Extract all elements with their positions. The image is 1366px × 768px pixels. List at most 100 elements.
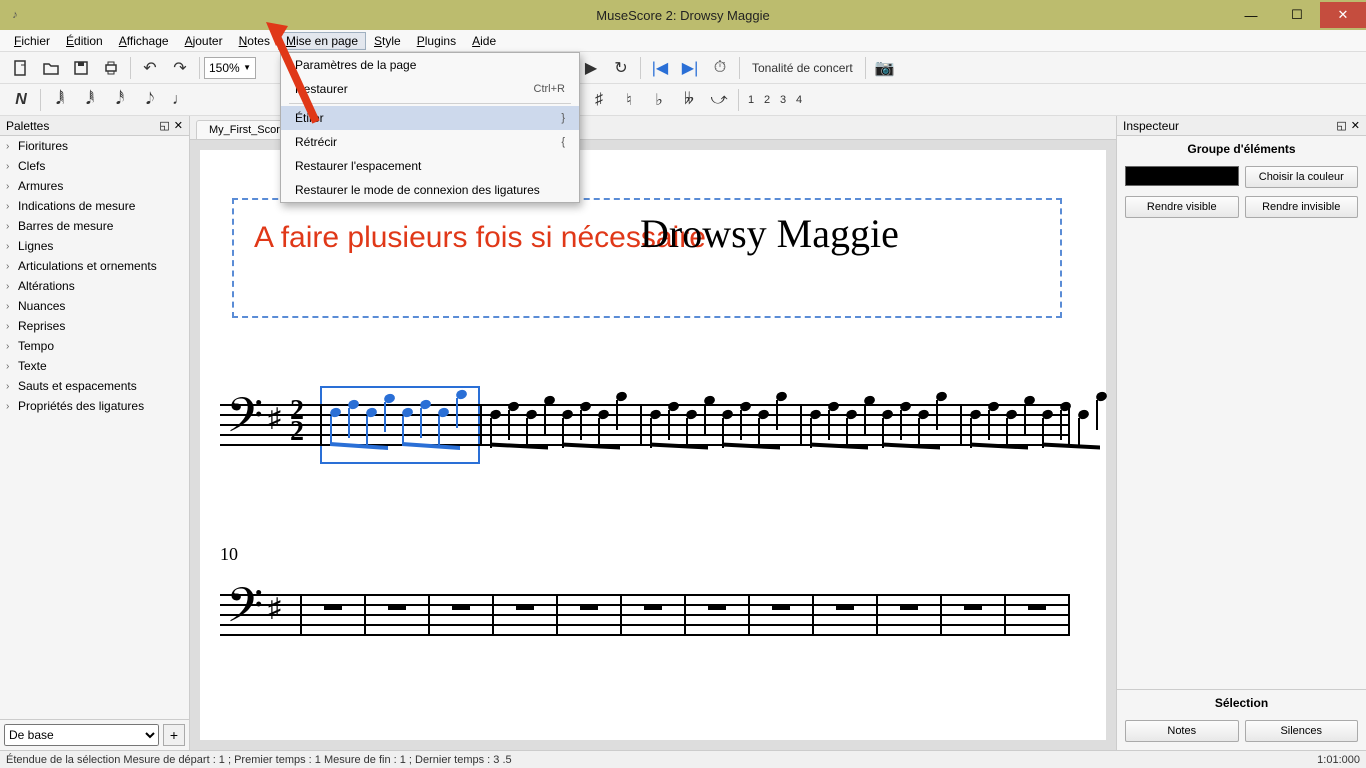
make-visible-button[interactable]: Rendre visible <box>1125 196 1239 218</box>
menuitem--tirer[interactable]: Étirer} <box>281 106 579 130</box>
toolbar-main: ↶ ↷ 150%▼ ▶ ↻ |◀ ▶| ⏱ Tonalité de concer… <box>0 52 1366 84</box>
palette-item-armures[interactable]: ›Armures <box>0 176 189 196</box>
palette-workspace-select[interactable]: De base <box>4 724 159 746</box>
menuitem-param-tres-de-la-page[interactable]: Paramètres de la page <box>281 53 579 77</box>
menuitem-r-tr-cir[interactable]: Rétrécir{ <box>281 130 579 154</box>
menubar: FichierÉditionAffichageAjouterNotesMise … <box>0 30 1366 52</box>
whole-rest <box>900 604 918 610</box>
status-left: Étendue de la sélection Mesure de départ… <box>6 754 512 766</box>
repeat-end-button[interactable]: ▶| <box>676 54 704 82</box>
palette-item-reprises[interactable]: ›Reprises <box>0 316 189 336</box>
whole-rest <box>324 604 342 610</box>
redo-button[interactable]: ↷ <box>166 54 194 82</box>
inspector-panel: Inspecteur ◱ ✕ Groupe d'éléments Choisir… <box>1116 116 1366 750</box>
repeat-start-button[interactable]: |◀ <box>646 54 674 82</box>
palettes-close-icon[interactable]: ✕ <box>174 119 183 132</box>
duration-64th-button[interactable]: 𝅘𝅥𝅲 <box>46 86 74 114</box>
chevron-right-icon: › <box>6 161 18 172</box>
new-file-button[interactable] <box>7 54 35 82</box>
whole-rest <box>964 604 982 610</box>
voice-3-button[interactable]: 3 <box>776 86 790 114</box>
voice-2-button[interactable]: 2 <box>760 86 774 114</box>
palette-item-sauts-et-espacements[interactable]: ›Sauts et espacements <box>0 376 189 396</box>
palette-item-texte[interactable]: ›Texte <box>0 356 189 376</box>
chevron-right-icon: › <box>6 321 18 332</box>
chevron-right-icon: › <box>6 301 18 312</box>
inspector-selection-label: Sélection <box>1117 690 1366 716</box>
menu-fichier[interactable]: Fichier <box>6 32 58 50</box>
menu-ajouter[interactable]: Ajouter <box>177 32 231 50</box>
palette-item-nuances[interactable]: ›Nuances <box>0 296 189 316</box>
natural-button[interactable]: ♮ <box>615 86 643 114</box>
palette-item-propri-t-s-des-ligatures[interactable]: ›Propriétés des ligatures <box>0 396 189 416</box>
inspector-close-icon[interactable]: ✕ <box>1351 119 1360 132</box>
make-invisible-button[interactable]: Rendre invisible <box>1245 196 1359 218</box>
menu--dition[interactable]: Édition <box>58 32 111 50</box>
menuitem-restaurer-l-espacement[interactable]: Restaurer l'espacement <box>281 154 579 178</box>
voice-1-button[interactable]: 1 <box>744 86 758 114</box>
zoom-value: 150% <box>209 61 240 75</box>
flat-button[interactable]: ♭ <box>645 86 673 114</box>
menu-mise-en-page[interactable]: Mise en page <box>278 32 366 50</box>
concert-pitch-label[interactable]: Tonalité de concert <box>744 61 861 75</box>
status-right: 1:01:000 <box>1317 754 1360 766</box>
save-file-button[interactable] <box>67 54 95 82</box>
flip-button[interactable]: ⤻ <box>705 86 733 114</box>
whole-rest <box>772 604 790 610</box>
palette-item-lignes[interactable]: ›Lignes <box>0 236 189 256</box>
chevron-right-icon: › <box>6 341 18 352</box>
loop-button[interactable]: ↻ <box>607 54 635 82</box>
choose-color-button[interactable]: Choisir la couleur <box>1245 166 1359 188</box>
palette-add-button[interactable]: + <box>163 724 185 746</box>
palette-item-fioritures[interactable]: ›Fioritures <box>0 136 189 156</box>
close-button[interactable]: ✕ <box>1320 2 1366 28</box>
chevron-right-icon: › <box>6 361 18 372</box>
menu-aide[interactable]: Aide <box>464 32 504 50</box>
palette-item-clefs[interactable]: ›Clefs <box>0 156 189 176</box>
menu-notes[interactable]: Notes <box>231 32 278 50</box>
menu-affichage[interactable]: Affichage <box>111 32 177 50</box>
duration-quarter-button[interactable]: ♩ <box>166 86 194 114</box>
window-title: MuseScore 2: Drowsy Maggie <box>596 8 769 23</box>
select-rests-button[interactable]: Silences <box>1245 720 1359 742</box>
score-title: Drowsy Maggie <box>640 210 899 257</box>
undo-button[interactable]: ↶ <box>136 54 164 82</box>
maximize-button[interactable]: ☐ <box>1274 2 1320 28</box>
chevron-right-icon: › <box>6 141 18 152</box>
whole-rest <box>388 604 406 610</box>
menuitem-restaurer[interactable]: RestaurerCtrl+R <box>281 77 579 101</box>
menuitem-restaurer-le-mode-de-connexion-des-ligatures[interactable]: Restaurer le mode de connexion des ligat… <box>281 178 579 202</box>
chevron-right-icon: › <box>6 401 18 412</box>
minimize-button[interactable]: — <box>1228 2 1274 28</box>
play-button[interactable]: ▶ <box>577 54 605 82</box>
chevron-right-icon: › <box>6 261 18 272</box>
print-button[interactable] <box>97 54 125 82</box>
menu-style[interactable]: Style <box>366 32 409 50</box>
palette-item-tempo[interactable]: ›Tempo <box>0 336 189 356</box>
duration-32nd-button[interactable]: 𝅘𝅥𝅱 <box>76 86 104 114</box>
note-input-mode-button[interactable]: N <box>7 86 35 114</box>
menu-plugins[interactable]: Plugins <box>409 32 464 50</box>
voice-4-button[interactable]: 4 <box>792 86 806 114</box>
select-notes-button[interactable]: Notes <box>1125 720 1239 742</box>
zoom-select[interactable]: 150%▼ <box>204 57 256 79</box>
metronome-button[interactable]: ⏱ <box>706 54 734 82</box>
sharp-button[interactable]: ♯ <box>585 86 613 114</box>
app-icon: ♪ <box>6 6 24 24</box>
inspector-undock-icon[interactable]: ◱ <box>1336 119 1346 132</box>
palette-item-articulations-et-ornements[interactable]: ›Articulations et ornements <box>0 256 189 276</box>
titlebar: ♪ MuseScore 2: Drowsy Maggie — ☐ ✕ <box>0 0 1366 30</box>
palettes-header: Palettes ◱ ✕ <box>0 116 189 136</box>
open-file-button[interactable] <box>37 54 65 82</box>
palettes-undock-icon[interactable]: ◱ <box>159 119 169 132</box>
double-flat-button[interactable]: 𝄫 <box>675 86 703 114</box>
score-view: My_First_Score A faire plusieurs fois si… <box>190 116 1116 750</box>
palette-item-indications-de-mesure[interactable]: ›Indications de mesure <box>0 196 189 216</box>
palette-item-barres-de-mesure[interactable]: ›Barres de mesure <box>0 216 189 236</box>
duration-16th-button[interactable]: 𝅘𝅥𝅰 <box>106 86 134 114</box>
color-swatch[interactable] <box>1125 166 1239 186</box>
screenshot-button[interactable]: 📷 <box>871 54 899 82</box>
score-area[interactable]: A faire plusieurs fois si nécessaire Dro… <box>190 140 1116 750</box>
palette-item-alt-rations[interactable]: ›Altérations <box>0 276 189 296</box>
duration-8th-button[interactable]: 𝅘𝅥𝅮 <box>136 86 164 114</box>
